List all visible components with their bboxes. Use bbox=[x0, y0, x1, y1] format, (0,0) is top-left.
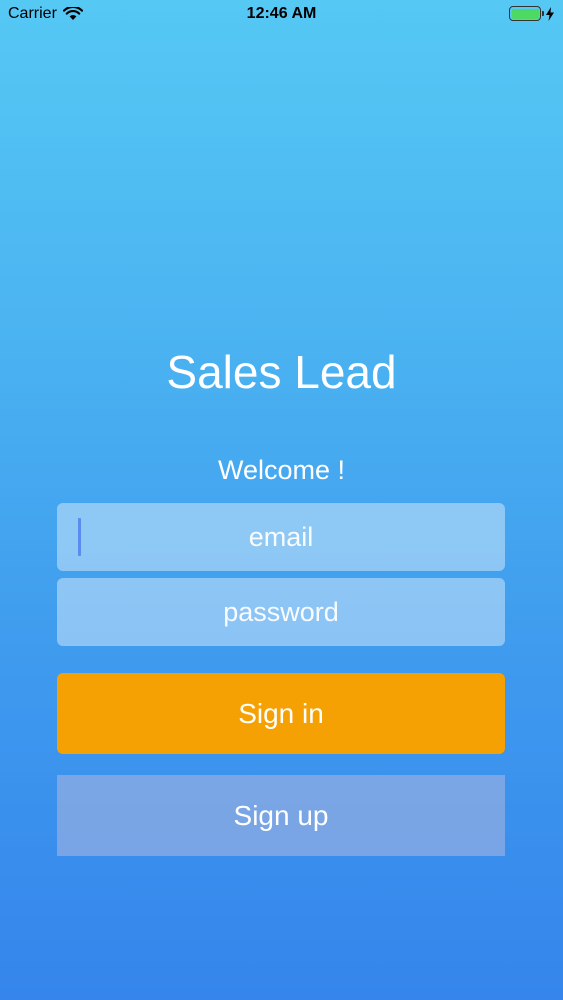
battery-icon bbox=[509, 6, 544, 21]
status-right bbox=[509, 6, 555, 21]
status-time: 12:46 AM bbox=[246, 5, 317, 22]
email-field[interactable] bbox=[57, 503, 505, 571]
login-screen: Carrier 12:46 AM Sales Lead Welcome ! em… bbox=[0, 0, 563, 1000]
text-cursor bbox=[78, 518, 81, 556]
battery-level-fill bbox=[511, 8, 539, 19]
welcome-text: Welcome ! bbox=[217, 455, 346, 485]
app-title: Sales Lead bbox=[166, 346, 397, 398]
signin-button[interactable]: Sign in bbox=[57, 673, 505, 754]
status-bar: Carrier 12:46 AM bbox=[0, 0, 563, 30]
password-field[interactable] bbox=[57, 578, 505, 646]
charging-icon bbox=[545, 6, 555, 21]
signup-button[interactable]: Sign up bbox=[57, 775, 505, 856]
